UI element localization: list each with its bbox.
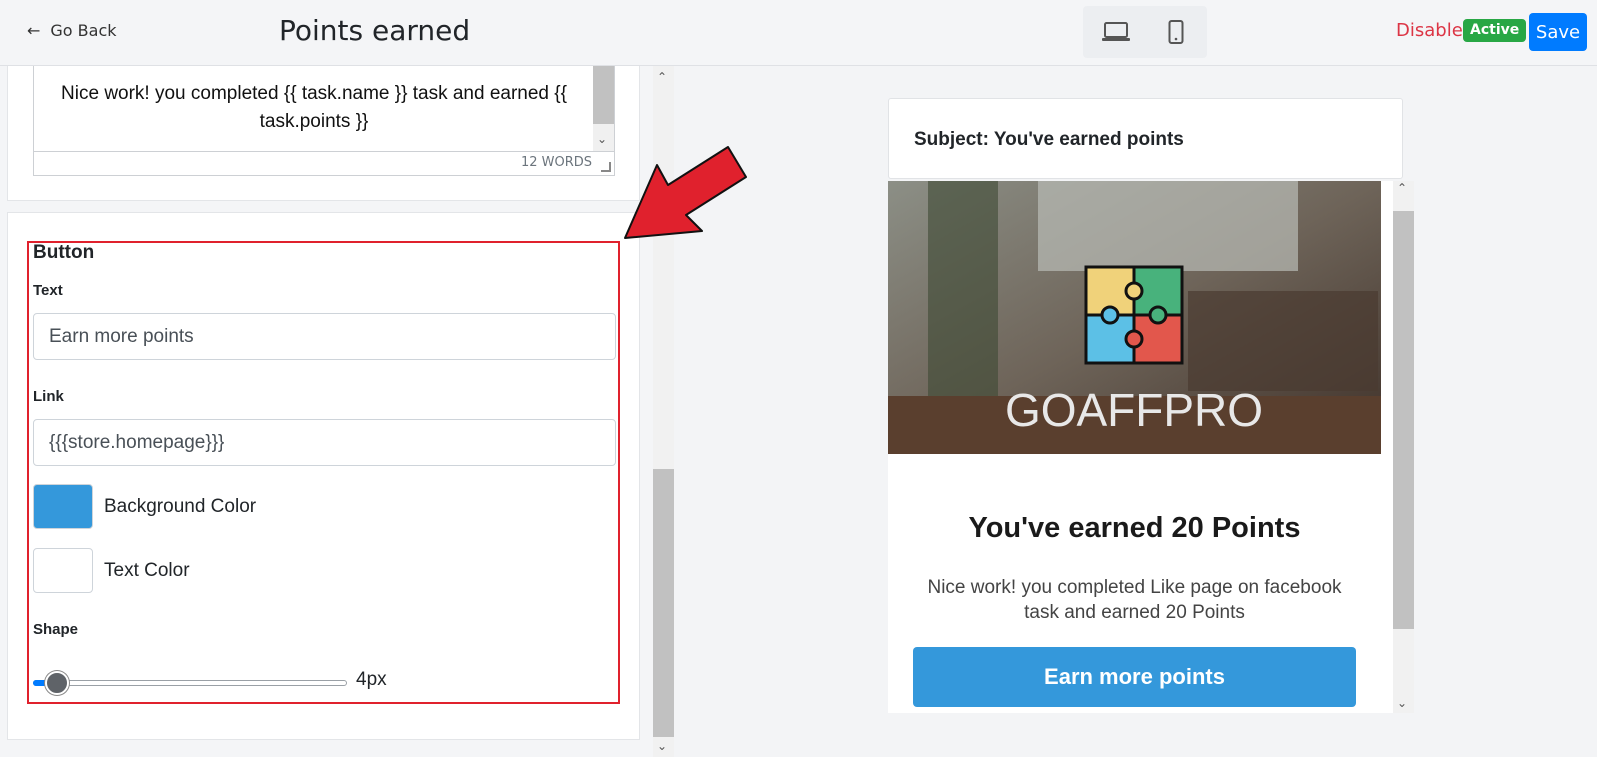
email-subject: Subject: You've earned points [914, 129, 1184, 150]
top-bar: ← Go Back Points earned Disable Active S… [0, 0, 1597, 66]
text-color-label: Text Color [104, 560, 190, 581]
email-preview: GOAFFPRO You've earned 20 Points Nice wo… [888, 181, 1414, 713]
button-text-input[interactable]: Earn more points [33, 313, 616, 360]
text-color-swatch[interactable] [33, 548, 93, 593]
scroll-down-icon[interactable]: ⌄ [1397, 696, 1407, 710]
page-title: Points earned [279, 14, 471, 47]
annotation-highlight-box [27, 241, 620, 704]
scroll-down-icon[interactable]: ⌄ [597, 132, 607, 146]
hero-brand-text: GOAFFPRO [1005, 384, 1263, 436]
scroll-up-icon[interactable]: ⌃ [657, 70, 667, 84]
puzzle-logo-icon [1084, 265, 1184, 365]
scroll-down-icon[interactable]: ⌄ [657, 739, 667, 753]
body-text-editor[interactable]: Nice work! you completed {{ task.name }}… [33, 66, 615, 176]
scroll-up-icon[interactable]: ⌃ [1397, 181, 1407, 195]
preview-scrollbar[interactable]: ⌃ ⌄ [1393, 181, 1414, 713]
shape-slider-track[interactable] [33, 680, 347, 686]
save-button[interactable]: Save [1529, 13, 1587, 51]
email-subject-card: Subject: You've earned points [888, 98, 1403, 179]
editor-scroll-thumb[interactable] [593, 66, 614, 124]
button-link-input[interactable]: {{{store.homepage}}} [33, 419, 616, 466]
link-field-label: Link [33, 388, 64, 405]
settings-scroll-thumb[interactable] [653, 469, 674, 737]
text-field-label: Text [33, 282, 63, 299]
editor-content[interactable]: Nice work! you completed {{ task.name }}… [44, 80, 584, 136]
resize-handle-icon[interactable] [601, 162, 611, 172]
laptop-icon[interactable] [1100, 18, 1132, 46]
go-back-label: Go Back [50, 21, 117, 40]
go-back-link[interactable]: ← Go Back [27, 21, 117, 40]
phone-icon[interactable] [1160, 18, 1192, 46]
shape-field-label: Shape [33, 621, 79, 638]
body-text-card: Nice work! you completed {{ task.name }}… [7, 66, 640, 201]
section-title: Button [33, 242, 95, 263]
arrow-left-icon: ← [27, 21, 41, 40]
disable-button[interactable]: Disable [1396, 20, 1463, 41]
email-body: Nice work! you completed Like page on fa… [927, 577, 1342, 623]
background-color-label: Background Color [104, 496, 257, 517]
email-heading: You've earned 20 Points [968, 512, 1301, 544]
annotation-arrow-icon [624, 146, 747, 239]
word-count: 12 WORDS [34, 151, 614, 175]
editor-scrollbar[interactable]: ⌄ [593, 66, 614, 151]
device-toggle [1083, 6, 1207, 58]
shape-value: 4px [356, 669, 387, 690]
background-color-swatch[interactable] [33, 484, 93, 529]
preview-scroll-thumb[interactable] [1393, 211, 1414, 629]
email-cta-button[interactable]: Earn more points [913, 647, 1356, 707]
hero-image: GOAFFPRO [888, 181, 1381, 454]
shape-slider-thumb[interactable] [45, 671, 69, 695]
status-badge: Active [1463, 19, 1527, 42]
